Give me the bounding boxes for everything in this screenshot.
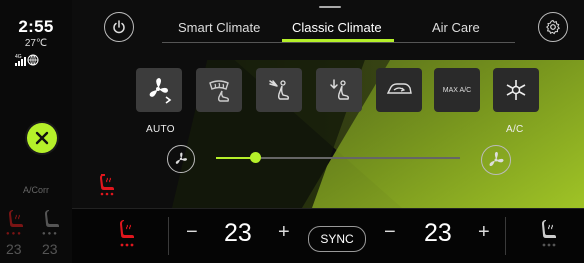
snowflake-icon — [506, 80, 526, 100]
divider — [168, 217, 169, 255]
passenger-seat-level-dots: ●●● — [42, 231, 59, 237]
fan-increase-button[interactable] — [481, 145, 511, 175]
climate-screen: 2:55 27℃ 4G A/Corr ●●● ●●● 23 23 Smart C… — [0, 0, 584, 263]
auto-fan-button[interactable] — [136, 68, 182, 112]
passenger-temp-mini: 23 — [42, 241, 58, 257]
settings-gear-icon — [546, 19, 560, 35]
mini-seat-status: ●●● ●●● 23 23 — [0, 205, 72, 263]
passenger-temp-increase-button[interactable]: + — [478, 221, 490, 244]
max-ac-button[interactable]: MAX A/C — [434, 68, 480, 112]
sync-button[interactable]: SYNC — [308, 226, 366, 252]
windshield-airflow-icon — [209, 80, 230, 102]
driver-temp-mini: 23 — [6, 241, 22, 257]
driver-temperature[interactable]: 23 — [224, 219, 252, 248]
passenger-seat-icon — [42, 209, 62, 231]
auto-label: AUTO — [146, 124, 175, 135]
passenger-heated-seat-icon — [542, 220, 556, 247]
driver-heated-seat-button[interactable] — [116, 219, 140, 251]
steering-heat-icon[interactable] — [96, 170, 120, 196]
active-tab-indicator — [282, 39, 394, 42]
power-button[interactable] — [104, 12, 134, 42]
fan-speed-slider[interactable] — [216, 152, 460, 163]
car-recirculation-icon — [386, 83, 412, 94]
windshield-defrost-button[interactable] — [196, 68, 242, 112]
climate-main-panel: Smart Climate Classic Climate Air Care A… — [72, 0, 584, 208]
airflow-face-button[interactable] — [256, 68, 302, 112]
outside-temperature: 27℃ — [24, 38, 48, 49]
drag-handle[interactable] — [319, 6, 341, 8]
max-ac-label: MAX A/C — [442, 86, 472, 94]
tab-smart-climate[interactable]: Smart Climate — [178, 20, 260, 35]
airflow-feet-button[interactable] — [316, 68, 362, 112]
clock: 2:55 — [18, 17, 54, 36]
fan-high-icon — [489, 151, 504, 167]
fan-low-icon — [175, 152, 187, 164]
status-sidebar: 2:55 27℃ 4G A/Corr ●●● ●●● 23 23 — [0, 0, 73, 263]
climate-tabs: Smart Climate Classic Climate Air Care — [162, 14, 515, 43]
driver-seat-heat-icon — [6, 209, 26, 231]
fan-decrease-button[interactable] — [167, 145, 195, 173]
fan-speed-thumb[interactable] — [250, 152, 262, 163]
close-button[interactable] — [27, 123, 57, 153]
recirculation-button[interactable] — [376, 68, 422, 112]
divider — [505, 217, 506, 255]
power-icon — [113, 20, 125, 34]
signal-4g-icon: 4G — [15, 53, 45, 67]
airflow-feet-icon — [330, 79, 350, 100]
passenger-temp-decrease-button[interactable]: − — [384, 221, 396, 244]
bottom-temperature-bar: − 23 + SYNC − 23 + — [72, 208, 584, 263]
tab-air-care[interactable]: Air Care — [432, 20, 480, 35]
fan-auto-icon — [149, 78, 172, 104]
ac-label: A/C — [506, 124, 524, 135]
ac-status-label: A/Corr — [22, 185, 49, 195]
driver-temp-decrease-button[interactable]: − — [186, 221, 198, 244]
svg-text:4G: 4G — [15, 54, 22, 60]
close-icon — [35, 131, 49, 145]
driver-heated-seat-icon — [120, 220, 134, 247]
ac-button[interactable] — [493, 68, 539, 112]
driver-temp-increase-button[interactable]: + — [278, 221, 290, 244]
airflow-face-icon — [269, 80, 290, 100]
passenger-temperature[interactable]: 23 — [424, 219, 452, 248]
tab-classic-climate[interactable]: Classic Climate — [292, 20, 382, 35]
passenger-heated-seat-button[interactable] — [538, 219, 562, 251]
driver-seat-level-dots: ●●● — [6, 231, 23, 237]
settings-button[interactable] — [538, 12, 568, 42]
